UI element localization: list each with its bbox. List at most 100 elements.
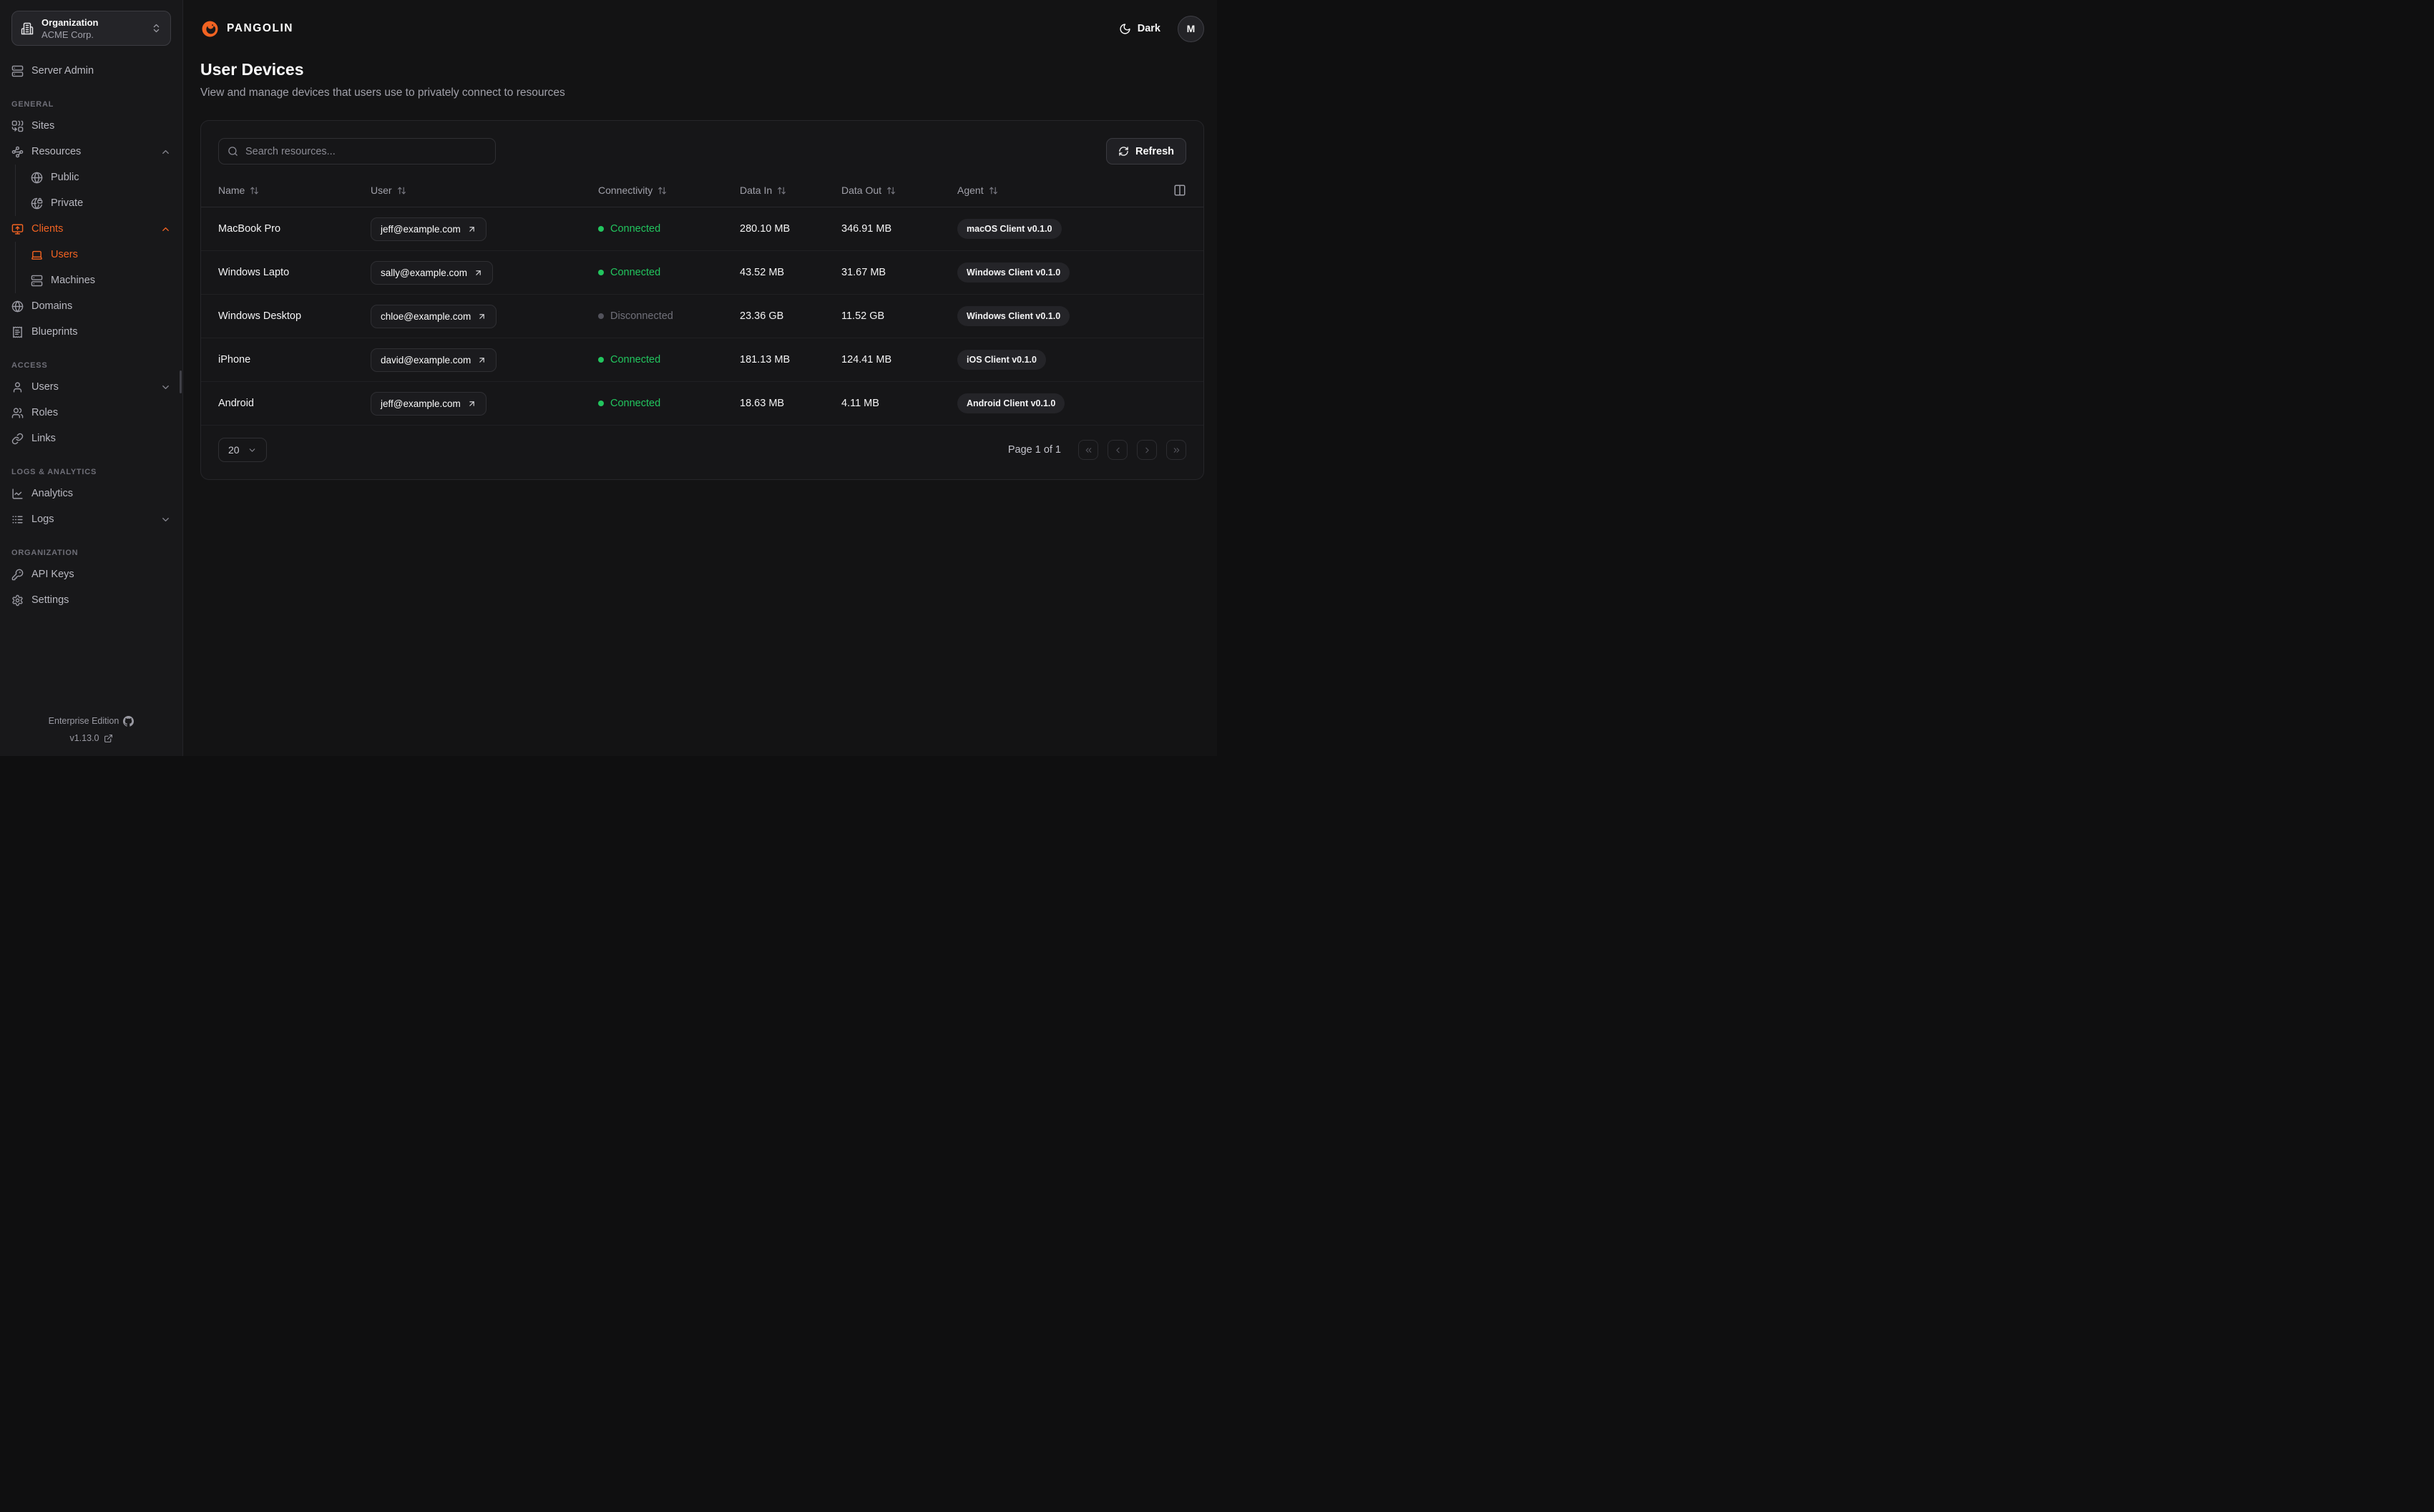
page-title: User Devices	[200, 60, 304, 79]
data-out-value: 124.41 MB	[841, 354, 892, 365]
building-icon	[21, 22, 34, 34]
connectivity-status: Connected	[598, 267, 740, 278]
sidebar-item-logs[interactable]: Logs	[11, 506, 171, 532]
sidebar-scrollbar-thumb[interactable]	[180, 370, 182, 393]
sidebar-item-server-admin[interactable]: Server Admin	[11, 58, 171, 84]
page-info: Page 1 of 1	[1007, 444, 1061, 456]
table-header-row: Name User Connectivity Data In Data Out …	[201, 174, 1203, 207]
column-header-label: User	[371, 185, 392, 196]
column-header-user[interactable]: User	[371, 185, 598, 196]
chevron-down-icon	[162, 517, 169, 521]
theme-toggle-label: Dark	[1137, 23, 1160, 34]
sort-icon	[658, 187, 667, 194]
avatar[interactable]: M	[1178, 15, 1204, 42]
status-label: Connected	[610, 398, 661, 409]
data-in-value: 43.52 MB	[740, 267, 785, 278]
column-header-agent[interactable]: Agent	[957, 185, 1168, 196]
columns-toggle-icon[interactable]	[1173, 184, 1186, 197]
user-chip[interactable]: david@example.com	[371, 348, 497, 372]
sort-icon	[887, 187, 895, 194]
pagination: Page 1 of 1	[1008, 440, 1186, 460]
user-email: sally@example.com	[381, 267, 467, 278]
sidebar-item-settings[interactable]: Settings	[11, 587, 171, 613]
device-name: Windows Desktop	[218, 310, 302, 322]
device-name: iPhone	[218, 354, 251, 365]
chevrons-up-down-icon	[153, 24, 160, 33]
data-out-value: 346.91 MB	[841, 223, 892, 235]
chevron-up-icon	[162, 227, 169, 231]
version-link[interactable]: v1.13.0	[0, 730, 182, 747]
sidebar-item-analytics[interactable]: Analytics	[11, 481, 171, 506]
user-icon	[13, 381, 22, 393]
status-label: Connected	[610, 354, 661, 365]
first-page-button[interactable]	[1078, 440, 1098, 460]
sidebar-item-clients-machines[interactable]: Machines	[16, 267, 171, 293]
sidebar-item-sites[interactable]: Sites	[11, 113, 171, 139]
sidebar-item-label: Blueprints	[31, 326, 78, 338]
refresh-button[interactable]: Refresh	[1106, 138, 1186, 165]
edition-link[interactable]: Enterprise Edition	[0, 712, 182, 730]
table-row: Android jeff@example.com Connected 18.63…	[201, 382, 1203, 426]
connectivity-status: Connected	[598, 223, 740, 235]
agent-badge: macOS Client v0.1.0	[957, 219, 1062, 239]
edition-label: Enterprise Edition	[48, 716, 119, 726]
theme-toggle[interactable]: Dark	[1119, 23, 1160, 35]
arrow-up-right-icon	[476, 270, 481, 275]
search-box	[218, 138, 496, 165]
sort-icon	[397, 187, 406, 194]
sidebar-item-clients-users[interactable]: Users	[16, 242, 171, 267]
sidebar-item-users[interactable]: Users	[11, 374, 171, 400]
table-row: iPhone david@example.com Connected 181.1…	[201, 338, 1203, 382]
column-header-data-in[interactable]: Data In	[740, 185, 841, 196]
search-input[interactable]	[245, 145, 487, 157]
card-toolbar: Refresh	[201, 121, 1203, 174]
last-page-button[interactable]	[1166, 440, 1186, 460]
sort-icon	[989, 187, 997, 194]
user-chip[interactable]: chloe@example.com	[371, 304, 497, 328]
data-out-value: 4.11 MB	[841, 398, 879, 409]
header-controls: Dark M	[1119, 15, 1204, 42]
previous-page-button[interactable]	[1108, 440, 1128, 460]
user-chip[interactable]: jeff@example.com	[371, 217, 487, 241]
column-header-data-out[interactable]: Data Out	[841, 185, 957, 196]
sidebar-item-clients[interactable]: Clients	[11, 216, 171, 242]
user-chip[interactable]: sally@example.com	[371, 260, 493, 285]
column-header-label: Data In	[740, 185, 773, 196]
sidebar-item-resources[interactable]: Resources	[11, 139, 171, 165]
moon-icon	[1120, 23, 1130, 34]
column-header-name[interactable]: Name	[218, 185, 371, 196]
waypoints-icon	[11, 146, 24, 157]
chevron-up-icon	[162, 149, 169, 154]
brand-name: PANGOLIN	[227, 22, 294, 34]
users-icon	[11, 407, 24, 418]
sidebar-item-roles[interactable]: Roles	[11, 400, 171, 426]
chevron-down-icon	[249, 448, 255, 452]
org-switcher[interactable]: Organization ACME Corp.	[11, 11, 171, 46]
sidebar-item-api-keys[interactable]: API Keys	[11, 561, 171, 587]
sidebar: Organization ACME Corp. Server Admin GEN…	[0, 0, 183, 756]
sidebar-item-links[interactable]: Links	[11, 426, 171, 451]
version-label: v1.13.0	[69, 733, 99, 743]
page-size-select[interactable]: 20	[218, 438, 267, 462]
column-header-connectivity[interactable]: Connectivity	[598, 185, 740, 196]
chevron-right-icon	[1145, 447, 1149, 453]
user-chip[interactable]: jeff@example.com	[371, 391, 487, 416]
sidebar-item-blueprints[interactable]: Blueprints	[11, 319, 171, 345]
data-in-value: 18.63 MB	[740, 398, 785, 409]
next-page-button[interactable]	[1137, 440, 1157, 460]
search-icon	[228, 147, 238, 156]
status-label: Disconnected	[610, 310, 673, 322]
github-icon	[123, 715, 135, 727]
sidebar-item-domains[interactable]: Domains	[11, 293, 171, 319]
org-switcher-value: ACME Corp.	[41, 29, 94, 40]
data-out-value: 31.67 MB	[841, 267, 886, 278]
sidebar-item-private[interactable]: Private	[16, 190, 171, 216]
connectivity-status: Disconnected	[598, 310, 740, 322]
brand[interactable]: PANGOLIN	[200, 19, 293, 39]
table-row: Windows Desktop chloe@example.com Discon…	[201, 295, 1203, 338]
data-in-value: 181.13 MB	[740, 354, 791, 365]
sidebar-item-public[interactable]: Public	[16, 165, 171, 190]
gear-icon	[12, 594, 23, 606]
monitor-up-icon	[11, 223, 24, 235]
status-dot-icon	[598, 357, 604, 363]
